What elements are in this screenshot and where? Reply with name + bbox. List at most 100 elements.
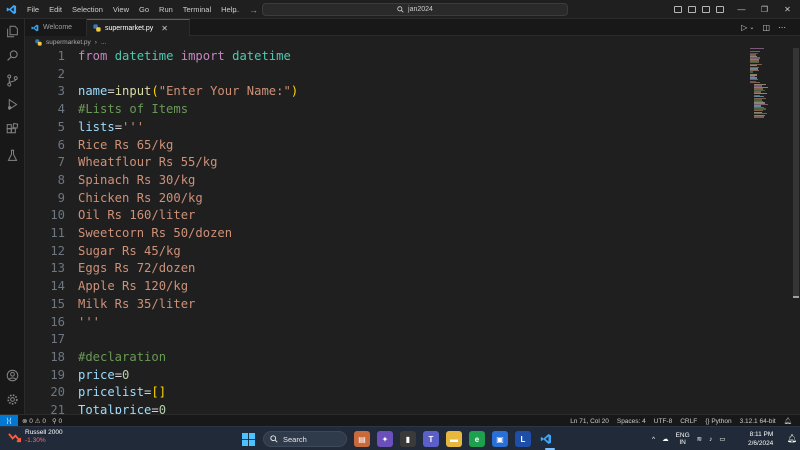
menu-run[interactable]: Run (154, 0, 178, 19)
store-icon[interactable]: ▣ (492, 431, 508, 447)
menu-terminal[interactable]: Terminal (178, 0, 216, 19)
close-tab-icon[interactable]: ✕ (161, 24, 168, 33)
code-line[interactable]: 13 Eggs Rs 72/dozen (25, 260, 745, 278)
file-explorer-icon[interactable]: ▬ (446, 431, 462, 447)
code-line[interactable]: 2 (25, 66, 745, 84)
back-arrow-icon[interactable]: ← (232, 5, 241, 15)
code-line[interactable]: 12 Sugar Rs 45/kg (25, 243, 745, 261)
ports-indicator[interactable]: ⚲ 0 (52, 417, 62, 425)
windows-start-icon[interactable] (240, 431, 256, 447)
menu-selection[interactable]: Selection (67, 0, 108, 19)
ports-count: 0 (58, 418, 63, 425)
code-line[interactable]: 16 ''' (25, 314, 745, 332)
notifications-bell-icon[interactable]: 🔔︎ (784, 417, 792, 425)
run-python-file-icon[interactable]: ▷ (741, 23, 747, 32)
breadcrumb-more[interactable]: ... (101, 39, 106, 46)
code-text: from datetime import datetime (78, 48, 291, 66)
line-number: 15 (50, 296, 65, 311)
minimize-icon[interactable]: — (730, 5, 753, 14)
menu-go[interactable]: Go (134, 0, 154, 19)
code-token: import (180, 49, 225, 63)
code-line[interactable]: 6 Rice Rs 65/kg (25, 137, 745, 155)
error-icon: ⊗ (22, 418, 28, 425)
python-interpreter[interactable]: 3.12.1 64-bit (740, 418, 776, 425)
toggle-secondary-sidebar-icon[interactable] (702, 6, 710, 13)
code-line[interactable]: 8 Spinach Rs 30/kg (25, 172, 745, 190)
menu-view[interactable]: View (108, 0, 134, 19)
language-mode[interactable]: {} Python (705, 418, 731, 425)
source-control-icon[interactable] (4, 72, 21, 89)
customize-layout-icon[interactable] (716, 6, 724, 13)
menu-edit[interactable]: Edit (44, 0, 67, 19)
breadcrumb-file[interactable]: supermarket.py (46, 39, 91, 46)
code-editor[interactable]: 1 from datetime import datetime 2 3 name=inp… (25, 48, 800, 414)
language-indicator[interactable]: ENG IN (676, 432, 690, 447)
file-encoding[interactable]: UTF-8 (654, 418, 672, 425)
end-of-line[interactable]: CRLF (680, 418, 697, 425)
taskbar-clock[interactable]: 8:11 PM 2/6/2024 (748, 430, 773, 448)
code-text: Oil Rs 160/liter (78, 207, 195, 225)
split-editor-icon[interactable]: ◫ (762, 23, 770, 32)
code-token: ( (151, 84, 159, 99)
task-view-icon[interactable]: ▤ (354, 431, 370, 447)
code-line[interactable]: 20 pricelist=[] (25, 384, 745, 402)
code-line[interactable]: 1 from datetime import datetime (25, 48, 745, 66)
code-line[interactable]: 15 Milk Rs 35/liter (25, 296, 745, 314)
edge-browser-icon[interactable]: e (469, 431, 485, 447)
menu-file[interactable]: File (22, 0, 44, 19)
code-line[interactable]: 18 #declaration (25, 349, 745, 367)
code-line[interactable]: 10 Oil Rs 160/liter (25, 207, 745, 225)
explorer-icon[interactable] (4, 23, 21, 40)
maximize-icon[interactable]: ❐ (753, 5, 776, 14)
testing-flask-icon[interactable] (4, 147, 21, 164)
code-line[interactable]: 3 name=input("Enter Your Name:") (25, 83, 745, 101)
app-l-icon[interactable]: L (515, 431, 531, 447)
scrollbar-thumb[interactable] (793, 48, 799, 298)
code-line[interactable]: 11 Sweetcorn Rs 50/dozen (25, 225, 745, 243)
extensions-icon[interactable] (4, 121, 21, 138)
code-line[interactable]: 5 lists=''' (25, 119, 745, 137)
run-dropdown-chevron-icon[interactable]: ⌄ (749, 24, 754, 31)
stocks-widget[interactable]: Russell 2000 -1.30% (8, 429, 63, 445)
code-line[interactable]: 14 Apple Rs 120/kg (25, 278, 745, 296)
code-token: 0 (122, 367, 130, 382)
indentation[interactable]: Spaces: 4 (617, 418, 646, 425)
toggle-primary-sidebar-icon[interactable] (674, 6, 682, 13)
copilot-icon[interactable]: ✦ (377, 431, 393, 447)
cursor-position[interactable]: Ln 71, Col 20 (570, 418, 609, 425)
minimap[interactable] (750, 48, 790, 118)
forward-arrow-icon[interactable]: → (249, 5, 258, 15)
code-line[interactable]: 19 price=0 (25, 367, 745, 385)
line-number: 11 (50, 226, 65, 240)
code-line[interactable]: 17 (25, 331, 745, 349)
problems-indicator[interactable]: ⊗ 0 ⚠ 0 (22, 417, 46, 425)
run-debug-icon[interactable] (4, 96, 21, 113)
notification-center-icon[interactable]: 🔔︎ (787, 434, 797, 443)
taskbar-search-box[interactable]: Search (263, 431, 347, 447)
toggle-panel-icon[interactable] (688, 6, 696, 13)
tray-overflow-chevron-icon[interactable]: ^ (652, 436, 655, 443)
manage-gear-icon[interactable] (4, 391, 21, 408)
tab-welcome[interactable]: Welcome (25, 19, 87, 36)
file-viewer-icon[interactable]: ▮ (400, 431, 416, 447)
cloud-icon[interactable]: ☁ (662, 435, 669, 443)
code-line[interactable]: 4 #Lists of Items (25, 101, 745, 119)
close-window-icon[interactable]: ✕ (776, 5, 799, 14)
vertical-scrollbar[interactable] (793, 48, 799, 414)
breadcrumb: supermarket.py › ... (25, 36, 800, 48)
wifi-icon[interactable]: ≋ (697, 435, 702, 443)
code-line[interactable]: 7 Wheatflour Rs 55/kg (25, 154, 745, 172)
code-text: Wheatflour Rs 55/kg (78, 154, 217, 172)
more-actions-icon[interactable]: ⋯ (778, 23, 786, 32)
command-center-search[interactable]: jan2024 (262, 3, 568, 16)
volume-icon[interactable]: ♪ (709, 436, 712, 443)
teams-icon[interactable]: T (423, 431, 439, 447)
tab-supermarket-py[interactable]: supermarket.py ✕ (87, 19, 190, 36)
vscode-taskbar-icon[interactable] (538, 431, 554, 447)
accounts-icon[interactable] (4, 367, 21, 384)
activity-bar (0, 19, 25, 414)
battery-icon[interactable]: ▭ (719, 435, 725, 443)
code-line[interactable]: 21 Totalprice=0 (25, 402, 745, 414)
search-view-icon[interactable] (4, 47, 21, 64)
code-line[interactable]: 9 Chicken Rs 200/kg (25, 190, 745, 208)
